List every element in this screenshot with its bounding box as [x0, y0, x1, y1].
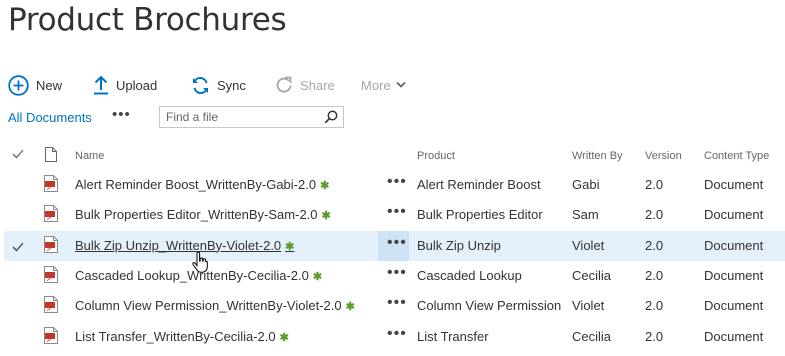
row-menu-button[interactable]: ••• [387, 203, 407, 221]
new-item-icon: ✱ [320, 180, 330, 192]
plus-circle-icon [8, 74, 29, 96]
content-type-cell: Document [704, 298, 764, 314]
row-menu-button[interactable]: ••• [387, 264, 407, 282]
row-menu-button[interactable]: ••• [387, 234, 407, 252]
version-cell: 2.0 [645, 177, 664, 192]
written-by-cell: Cecilia [572, 267, 612, 283]
more-button[interactable]: More [361, 78, 406, 93]
new-item-icon: ✱ [312, 270, 323, 283]
product-cell: List Transfer [417, 328, 489, 344]
sync-label: Sync [217, 77, 246, 93]
table-row[interactable]: Column View Permission_WrittenBy-Violet-… [0, 291, 785, 321]
table-row[interactable]: Bulk Properties Editor_WrittenBy-Sam-2.0… [0, 200, 785, 230]
new-item-icon: ✱ [321, 210, 331, 223]
view-bar: All Documents ••• [8, 106, 348, 130]
document-name-link[interactable]: Bulk Zip Unzip_WrittenBy-Violet-2.0 ✱ [75, 238, 294, 253]
new-item-icon: ✱ [279, 331, 289, 344]
column-header-name[interactable]: Name [75, 150, 104, 162]
share-button[interactable]: Share [275, 76, 335, 94]
written-by-cell: Gabi [572, 177, 600, 192]
new-label: New [36, 77, 63, 93]
search-input[interactable] [166, 109, 316, 125]
pdf-file-icon [44, 265, 58, 286]
version-cell: 2.0 [645, 207, 664, 223]
search-icon[interactable] [324, 110, 338, 129]
column-header-version[interactable]: Version [645, 150, 682, 162]
row-menu-button[interactable]: ••• [387, 173, 407, 191]
table-row[interactable]: Cascaded Lookup_WrittenBy-Cecilia-2.0 ✱ ••… [0, 261, 785, 291]
search-box [159, 106, 344, 128]
product-cell: Cascaded Lookup [417, 267, 522, 283]
pdf-file-icon [44, 326, 58, 347]
column-header-written-by[interactable]: Written By [572, 150, 623, 162]
content-type-cell: Document [704, 267, 764, 283]
pdf-file-icon [44, 175, 58, 195]
sync-button[interactable]: Sync [191, 76, 246, 95]
product-cell: Bulk Zip Unzip [417, 237, 501, 253]
more-label: More [361, 77, 391, 93]
table-row[interactable]: Bulk Zip Unzip_WrittenBy-Violet-2.0 ✱ ••• B… [4, 230, 785, 261]
version-cell: 2.0 [645, 237, 664, 253]
hand-cursor-icon [192, 251, 208, 278]
select-all-check-icon[interactable] [12, 149, 24, 162]
pdf-file-icon [44, 205, 58, 225]
list-header: Name Product Written By Version Content … [0, 142, 785, 170]
product-cell: Bulk Properties Editor [417, 207, 543, 223]
version-cell: 2.0 [645, 298, 664, 314]
share-label: Share [300, 77, 335, 93]
written-by-cell: Sam [572, 207, 599, 223]
content-type-cell: Document [704, 177, 764, 192]
content-type-cell: Document [704, 237, 764, 253]
written-by-cell: Violet [572, 237, 605, 253]
document-name-link[interactable]: Column View Permission_WrittenBy-Violet-… [75, 298, 355, 313]
row-menu-button[interactable]: ••• [387, 325, 407, 343]
column-header-content-type[interactable]: Content Type [704, 150, 769, 162]
product-cell: Column View Permission [417, 298, 562, 314]
table-row[interactable]: List Transfer_WrittenBy-Cecilia-2.0 ✱ ••• L… [0, 322, 785, 352]
sync-icon [191, 76, 210, 95]
upload-button[interactable]: Upload [93, 75, 157, 95]
document-name-link[interactable]: Alert Reminder Boost_WrittenBy-Gabi-2.0 ✱ [75, 177, 329, 192]
content-type-cell: Document [704, 328, 764, 344]
product-cell: Alert Reminder Boost [417, 177, 541, 192]
content-type-cell: Document [704, 207, 764, 223]
view-selector-all-documents[interactable]: All Documents [8, 110, 92, 125]
written-by-cell: Cecilia [572, 328, 612, 344]
column-header-product[interactable]: Product [417, 150, 455, 162]
check-icon[interactable] [12, 240, 24, 255]
written-by-cell: Violet [572, 298, 605, 314]
document-name-link[interactable]: Bulk Properties Editor_WrittenBy-Sam-2.0… [75, 207, 331, 222]
pdf-file-icon [44, 235, 58, 256]
version-cell: 2.0 [645, 328, 664, 344]
share-icon [275, 76, 293, 94]
row-menu-button[interactable]: ••• [387, 294, 407, 312]
upload-arrow-icon [93, 75, 109, 95]
document-icon [45, 147, 57, 165]
new-button[interactable]: New [8, 74, 63, 96]
pdf-file-icon [44, 296, 58, 316]
view-options-button[interactable]: ••• [112, 106, 131, 123]
version-cell: 2.0 [645, 267, 664, 283]
table-row[interactable]: Alert Reminder Boost_WrittenBy-Gabi-2.0 ✱… [0, 170, 785, 200]
new-item-icon: ✱ [285, 240, 295, 253]
document-name-link[interactable]: List Transfer_WrittenBy-Cecilia-2.0 ✱ [75, 329, 289, 344]
new-item-icon: ✱ [345, 301, 355, 314]
upload-label: Upload [116, 77, 158, 93]
chevron-down-icon [395, 81, 406, 89]
page-title: Product Brochures [8, 2, 287, 38]
